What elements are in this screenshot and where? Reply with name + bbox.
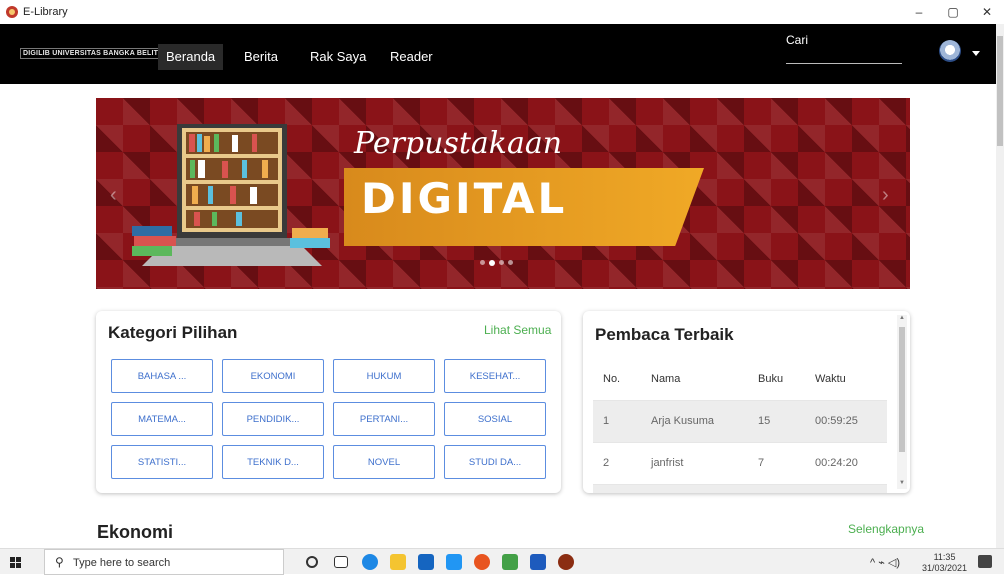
pembaca-table: No. Nama Buku Waktu 1 Arja Kusuma 15 00:… (593, 359, 887, 493)
kategori-button[interactable]: EKONOMI (222, 359, 324, 393)
task-view-icon[interactable] (334, 556, 348, 568)
kategori-card: Kategori Pilihan Lihat Semua BAHASA ... E… (96, 311, 561, 493)
kategori-title: Kategori Pilihan (108, 323, 238, 342)
chevron-right-icon[interactable]: › (882, 184, 894, 206)
table-row[interactable] (593, 485, 887, 493)
kategori-button[interactable]: PERTANI... (333, 402, 435, 436)
banner-title-main: DIGITAL (361, 174, 568, 223)
page-scrollbar[interactable] (996, 24, 1004, 548)
header-buku: Buku (758, 373, 784, 385)
maximize-button[interactable]: ▢ (936, 0, 970, 24)
system-tray-icons[interactable]: ^ ⌁ ◁) (870, 556, 900, 569)
laptop-books-icon (132, 124, 330, 266)
kategori-button[interactable]: SOSIAL (444, 402, 546, 436)
clock-date: 31/03/2021 (922, 563, 968, 573)
file-explorer-icon[interactable] (390, 554, 406, 570)
elibrary-app-icon[interactable] (558, 554, 574, 570)
cortana-icon[interactable] (306, 556, 318, 568)
kategori-button[interactable]: STUDI DA... (444, 445, 546, 479)
cell-no: 2 (603, 457, 610, 469)
cell-nama: janfrist (651, 457, 684, 469)
kategori-button[interactable]: BAHASA ... (111, 359, 213, 393)
avatar[interactable] (939, 40, 961, 62)
carousel-dot-active[interactable] (489, 259, 495, 266)
chevron-left-icon[interactable]: ‹ (110, 184, 122, 206)
store-icon[interactable] (418, 554, 434, 570)
cell-buku: 7 (758, 457, 765, 469)
pembaca-scrollbar[interactable]: ▲ ▼ (897, 315, 907, 489)
kategori-button[interactable]: TEKNIK D... (222, 445, 324, 479)
cell-nama: Arja Kusuma (651, 415, 714, 427)
hero-carousel[interactable]: Perpustakaan DIGITAL ‹ › (96, 98, 910, 289)
firefox-icon[interactable] (474, 554, 490, 570)
cell-no: 1 (603, 415, 610, 427)
kategori-button[interactable]: NOVEL (333, 445, 435, 479)
carousel-indicators (480, 259, 513, 266)
nav-rak-saya[interactable]: Rak Saya (302, 44, 374, 70)
scroll-up-icon[interactable]: ▲ (898, 315, 906, 321)
carousel-dot[interactable] (480, 260, 485, 265)
nav-beranda[interactable]: Beranda (158, 44, 224, 70)
header-nama: Nama (651, 373, 681, 385)
pembaca-card: Pembaca Terbaik No. Nama Buku Waktu 1 Ar… (583, 311, 910, 493)
windows-start-icon[interactable] (10, 557, 21, 568)
close-button[interactable]: ✕ (970, 0, 1004, 24)
page-scrollbar-thumb[interactable] (997, 36, 1003, 146)
app-icon (6, 6, 18, 18)
clock-time: 11:35 (933, 552, 956, 562)
pembaca-title: Pembaca Terbaik (595, 325, 734, 344)
table-row[interactable]: 1 Arja Kusuma 15 00:59:25 (593, 401, 887, 443)
brand-logo[interactable]: DIGILIB UNIVERSITAS BANGKA BELITUNG (20, 48, 178, 59)
minimize-button[interactable]: – (902, 0, 936, 24)
lihat-semua-link[interactable]: Lihat Semua (484, 323, 551, 337)
pembaca-scrollbar-thumb[interactable] (899, 327, 905, 452)
android-studio-icon[interactable] (502, 554, 518, 570)
table-row[interactable]: 2 janfrist 7 00:24:20 (593, 443, 887, 485)
windows-taskbar: ⚲ Type here to search ^ ⌁ ◁) 11:35 31/03… (0, 548, 1004, 575)
kategori-button[interactable]: KESEHAT... (444, 359, 546, 393)
window-title: E-Library (23, 6, 68, 18)
cell-waktu: 00:59:25 (815, 415, 858, 427)
taskbar-search[interactable]: ⚲ Type here to search (44, 549, 284, 575)
section-title-ekonomi: Ekonomi (97, 522, 174, 542)
kategori-button[interactable]: STATISTI... (111, 445, 213, 479)
window-controls: – ▢ ✕ (902, 0, 1004, 24)
kategori-button[interactable]: PENDIDIK... (222, 402, 324, 436)
taskbar-search-placeholder: Type here to search (73, 557, 171, 569)
scroll-down-icon[interactable]: ▼ (898, 480, 906, 486)
kategori-button[interactable]: HUKUM (333, 359, 435, 393)
notification-icon[interactable] (978, 555, 992, 568)
header-no: No. (603, 373, 621, 385)
header-waktu: Waktu (815, 373, 846, 385)
top-navbar: DIGILIB UNIVERSITAS BANGKA BELITUNG Bera… (0, 24, 996, 84)
nav-reader[interactable]: Reader (382, 44, 441, 70)
chevron-down-icon[interactable] (972, 51, 980, 56)
nav-berita[interactable]: Berita (236, 44, 286, 70)
carousel-dot[interactable] (499, 260, 504, 265)
search-icon: ⚲ (55, 555, 64, 569)
search-input[interactable]: Cari (786, 33, 808, 47)
carousel-dot[interactable] (508, 260, 513, 265)
cell-waktu: 00:24:20 (815, 457, 858, 469)
selengkapnya-link[interactable]: Selengkapnya (848, 522, 924, 536)
settings-icon[interactable] (446, 554, 462, 570)
cell-buku: 15 (758, 415, 771, 427)
window-titlebar: E-Library – ▢ ✕ (0, 0, 1004, 24)
banner-title-script: Perpustakaan (354, 126, 563, 161)
table-header-row: No. Nama Buku Waktu (593, 359, 887, 401)
word-icon[interactable] (530, 554, 546, 570)
kategori-button[interactable]: MATEMA... (111, 402, 213, 436)
search-underline (786, 63, 902, 64)
edge-icon[interactable] (362, 554, 378, 570)
taskbar-clock[interactable]: 11:35 31/03/2021 (922, 552, 967, 574)
